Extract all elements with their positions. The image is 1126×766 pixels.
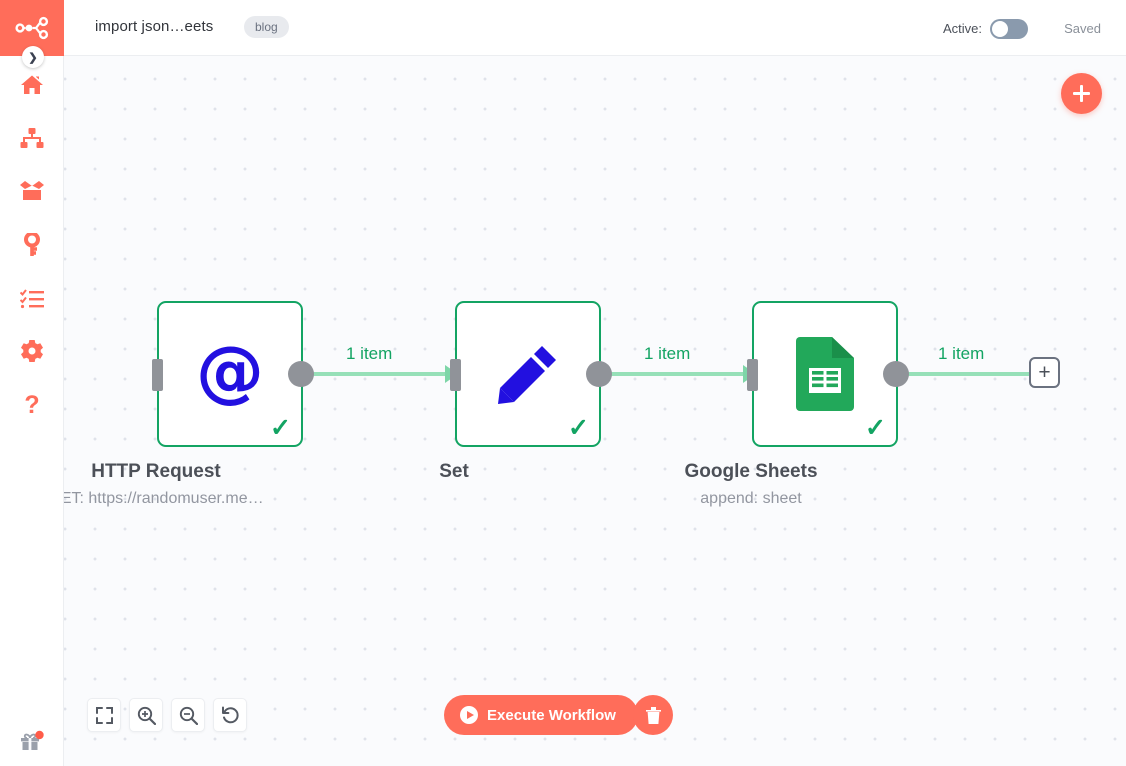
sidebar-expand-button[interactable]: ❯ [22, 46, 44, 68]
node-input-port[interactable] [152, 359, 163, 391]
node-label-set: Set [289, 461, 619, 483]
sidebar-item-executions[interactable] [0, 284, 64, 314]
expand-corners-icon [96, 707, 113, 724]
connection-line[interactable] [605, 372, 743, 376]
sidebar-item-help[interactable]: ? [0, 390, 64, 420]
node-subtitle-google-sheets: append: sheet [586, 490, 916, 508]
question-mark-icon: ? [24, 391, 39, 420]
at-sign-icon: @ [193, 337, 267, 411]
svg-text:@: @ [196, 337, 264, 411]
node-success-check-icon: ✓ [270, 416, 291, 441]
sidebar-item-settings[interactable] [0, 336, 64, 366]
workflow-header: import json…eets blog Active: Saved [64, 0, 1126, 56]
node-output-port[interactable] [586, 361, 612, 387]
node-input-port[interactable] [450, 359, 461, 391]
add-node-button[interactable] [1061, 73, 1102, 114]
add-next-node-button[interactable]: + [1029, 357, 1060, 388]
connection-line[interactable] [902, 372, 1030, 376]
connection-item-count: 1 item [346, 344, 392, 364]
node-google-sheets[interactable]: ✓ [752, 301, 898, 447]
save-status: Saved [1064, 21, 1101, 36]
home-icon [20, 74, 44, 96]
workflow-title[interactable]: import json…eets [95, 18, 213, 35]
zoom-in-button[interactable] [129, 698, 163, 732]
execute-workflow-label: Execute Workflow [487, 707, 616, 724]
node-output-port[interactable] [288, 361, 314, 387]
sidebar-item-whats-new[interactable] [0, 726, 64, 756]
n8n-workflow-editor: ❯ [0, 0, 1126, 766]
pencil-icon [494, 340, 562, 408]
sidebar-item-workflows[interactable] [0, 123, 64, 153]
magnifier-plus-icon [137, 706, 156, 725]
sidebar-item-home[interactable] [0, 70, 64, 100]
connection-line[interactable] [307, 372, 445, 376]
chevron-right-icon: ❯ [28, 51, 37, 64]
workflow-tag[interactable]: blog [244, 16, 289, 38]
delete-execution-button[interactable] [633, 695, 673, 735]
gift-icon [19, 729, 45, 753]
node-success-check-icon: ✓ [865, 416, 886, 441]
sidebar-item-templates[interactable] [0, 176, 64, 206]
n8n-logo-icon [15, 15, 49, 41]
node-success-check-icon: ✓ [568, 416, 589, 441]
node-subtitle-http-request: GET: https://randomuser.me… [64, 490, 321, 508]
main-sidebar: ❯ [0, 0, 64, 766]
node-output-port[interactable] [883, 361, 909, 387]
sitemap-icon [20, 127, 44, 149]
connection-item-count: 1 item [644, 344, 690, 364]
workflow-canvas[interactable]: 1 item 1 item 1 item + @ ✓ HTTP Request … [64, 56, 1126, 766]
connection-item-count: 1 item [938, 344, 984, 364]
tasks-list-icon [20, 289, 44, 309]
box-open-icon [19, 180, 45, 202]
node-set[interactable]: ✓ [455, 301, 601, 447]
active-toggle[interactable] [990, 19, 1028, 39]
zoom-out-button[interactable] [171, 698, 205, 732]
node-label-http-request: HTTP Request [64, 461, 321, 483]
key-icon [21, 233, 43, 257]
active-label: Active: [943, 21, 982, 36]
trash-icon [645, 706, 662, 725]
gear-icon [20, 339, 44, 363]
reset-zoom-button[interactable] [213, 698, 247, 732]
node-http-request[interactable]: @ ✓ [157, 301, 303, 447]
execute-workflow-button[interactable]: Execute Workflow [444, 695, 638, 735]
sidebar-item-credentials[interactable] [0, 230, 64, 260]
google-sheets-icon [796, 337, 854, 411]
play-icon [460, 706, 478, 724]
magnifier-minus-icon [179, 706, 198, 725]
node-label-google-sheets: Google Sheets [586, 461, 916, 483]
zoom-to-fit-button[interactable] [87, 698, 121, 732]
node-input-port[interactable] [747, 359, 758, 391]
undo-arrow-icon [221, 706, 240, 725]
